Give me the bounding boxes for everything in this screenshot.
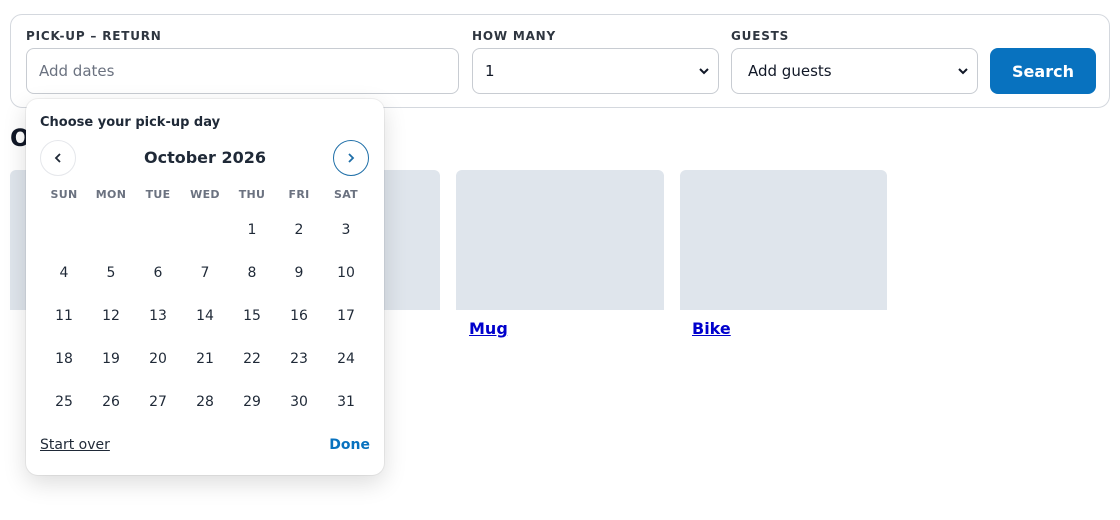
guests-value: Add guests [748, 62, 832, 80]
calendar-day[interactable]: 30 [276, 380, 323, 423]
calendar-day[interactable]: 3 [323, 208, 370, 251]
calendar-day[interactable]: 12 [88, 294, 135, 337]
calendar-day[interactable]: 9 [276, 251, 323, 294]
calendar-day[interactable]: 29 [229, 380, 276, 423]
date-picker-title: Choose your pick-up day [40, 115, 221, 130]
calendar-day[interactable]: 28 [182, 380, 229, 423]
chevron-down-icon [699, 68, 709, 75]
search-bar: PICK-UP – RETURN Add dates HOW MANY 1 GU… [10, 14, 1110, 108]
done-button[interactable]: Done [329, 437, 370, 453]
next-month-button[interactable] [333, 140, 369, 176]
guests-label: GUESTS [731, 29, 790, 43]
calendar-day[interactable]: 22 [229, 337, 276, 380]
calendar-day[interactable]: 11 [41, 294, 88, 337]
start-over-link[interactable]: Start over [40, 437, 110, 453]
weekday-label: WED [190, 188, 220, 201]
calendar-day[interactable]: 14 [182, 294, 229, 337]
calendar-day[interactable]: 23 [276, 337, 323, 380]
calendar-day[interactable]: 4 [41, 251, 88, 294]
weekday-label: FRI [288, 188, 310, 201]
calendar-day[interactable]: 31 [323, 380, 370, 423]
weekday-label: TUE [145, 188, 171, 201]
calendar-day[interactable]: 15 [229, 294, 276, 337]
product-card-image [456, 170, 664, 310]
weekday-header: SUN MON TUE WED THU FRI SAT [40, 188, 370, 201]
date-picker-popover: Choose your pick-up day October 2026 SUN… [26, 99, 384, 475]
calendar-day[interactable]: 26 [88, 380, 135, 423]
how-many-value: 1 [485, 62, 495, 80]
chevron-down-icon [958, 68, 968, 75]
calendar-day[interactable]: 25 [41, 380, 88, 423]
calendar-week-row: 4 5 6 7 8 9 10 [40, 251, 370, 294]
calendar-day[interactable]: 18 [41, 337, 88, 380]
calendar-day[interactable]: 6 [135, 251, 182, 294]
calendar-day[interactable]: 21 [182, 337, 229, 380]
weekday-label: SUN [50, 188, 78, 201]
calendar-week-row: 25 26 27 28 29 30 31 [40, 380, 370, 423]
calendar-day[interactable]: 2 [276, 208, 323, 251]
guests-select[interactable]: Add guests [731, 48, 978, 94]
weekday-label: MON [95, 188, 127, 201]
calendar-day[interactable]: 10 [323, 251, 370, 294]
calendar-day[interactable]: 20 [135, 337, 182, 380]
pickup-return-label: PICK-UP – RETURN [26, 29, 162, 43]
month-title: October 2026 [143, 148, 267, 167]
how-many-label: HOW MANY [472, 29, 557, 43]
calendar-week-row: 11 12 13 14 15 16 17 [40, 294, 370, 337]
calendar-day[interactable]: 16 [276, 294, 323, 337]
product-card-image [680, 170, 887, 310]
calendar-day[interactable]: 7 [182, 251, 229, 294]
calendar-week-row: 18 19 20 21 22 23 24 [40, 337, 370, 380]
calendar-day[interactable]: 19 [88, 337, 135, 380]
weekday-label: SAT [334, 188, 358, 201]
calendar-day[interactable]: 27 [135, 380, 182, 423]
chevron-right-icon [348, 153, 355, 163]
product-link-mug[interactable]: Mug [469, 319, 508, 338]
dates-placeholder: Add dates [39, 62, 115, 80]
calendar-day[interactable]: 17 [323, 294, 370, 337]
calendar-week-row: 123 [40, 208, 370, 251]
calendar-day[interactable]: 24 [323, 337, 370, 380]
calendar-day[interactable]: 8 [229, 251, 276, 294]
calendar-day[interactable]: 1 [229, 208, 276, 251]
dates-input[interactable]: Add dates [26, 48, 459, 94]
product-link-bike[interactable]: Bike [692, 319, 731, 338]
search-button[interactable]: Search [990, 48, 1096, 94]
calendar-day[interactable]: 13 [135, 294, 182, 337]
calendar-day[interactable]: 5 [88, 251, 135, 294]
weekday-label: THU [238, 188, 266, 201]
how-many-select[interactable]: 1 [472, 48, 719, 94]
